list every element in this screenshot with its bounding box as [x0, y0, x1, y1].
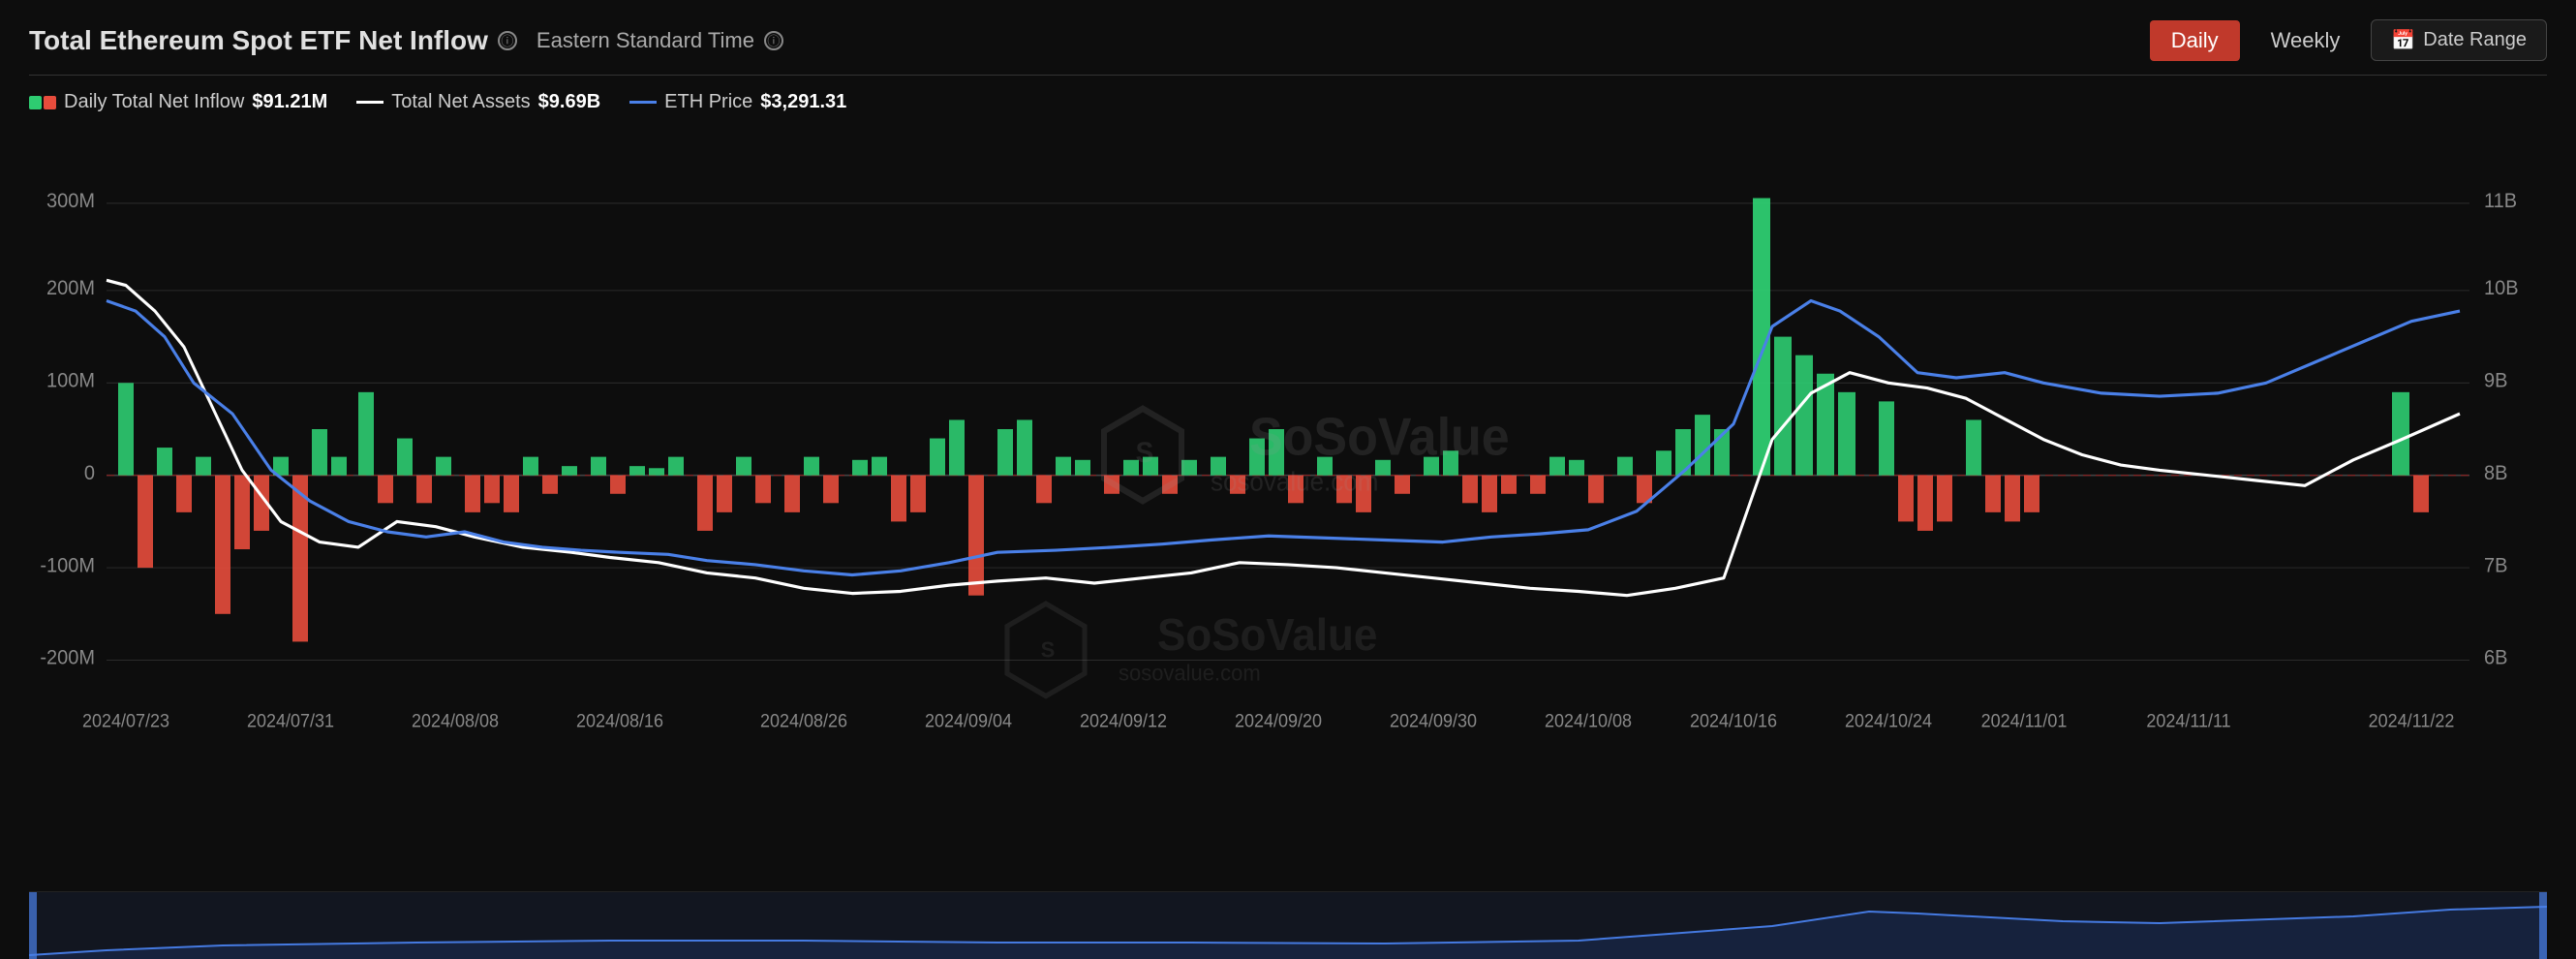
net-inflow-label: Daily Total Net Inflow	[64, 91, 244, 113]
eth-price-line-color	[629, 101, 657, 104]
page-title: Total Ethereum Spot ETF Net Inflow	[29, 25, 488, 56]
svg-text:0: 0	[84, 461, 95, 484]
chart-area: 300M 200M 100M 0 -100M -200M 11B 10B 9B …	[29, 121, 2547, 959]
svg-text:sosovalue.com: sosovalue.com	[1211, 467, 1378, 497]
weekly-button[interactable]: Weekly	[2250, 20, 2362, 61]
svg-text:2024/07/31: 2024/07/31	[247, 710, 334, 731]
svg-text:7B: 7B	[2484, 554, 2507, 577]
svg-text:2024/08/16: 2024/08/16	[576, 710, 663, 731]
svg-text:6B: 6B	[2484, 646, 2507, 669]
net-assets-line-color	[356, 101, 383, 104]
svg-text:2024/10/08: 2024/10/08	[1545, 710, 1632, 731]
timezone-label: Eastern Standard Time	[537, 28, 754, 53]
calendar-icon: 📅	[2391, 28, 2415, 52]
legend-item-eth-price: ETH Price $3,291.31	[629, 91, 846, 113]
svg-text:2024/07/23: 2024/07/23	[82, 710, 169, 731]
net-inflow-color	[29, 96, 56, 109]
svg-text:8B: 8B	[2484, 461, 2507, 484]
svg-text:2024/10/16: 2024/10/16	[1690, 710, 1777, 731]
svg-text:2024/11/11: 2024/11/11	[2146, 710, 2230, 731]
timezone-info-icon[interactable]: ⓘ	[764, 31, 783, 50]
legend-row: Daily Total Net Inflow $91.21M Total Net…	[29, 76, 2547, 121]
chart-main: 300M 200M 100M 0 -100M -200M 11B 10B 9B …	[29, 121, 2547, 891]
svg-text:9B: 9B	[2484, 369, 2507, 392]
net-assets-value: $9.69B	[538, 91, 601, 113]
svg-text:2024/09/12: 2024/09/12	[1080, 710, 1167, 731]
svg-text:100M: 100M	[46, 369, 95, 392]
net-assets-label: Total Net Assets	[391, 91, 530, 113]
svg-text:sosovalue.com: sosovalue.com	[1119, 660, 1261, 686]
svg-text:-100M: -100M	[40, 554, 95, 577]
svg-text:S: S	[1041, 636, 1056, 663]
svg-text:2024/08/26: 2024/08/26	[760, 710, 847, 731]
svg-text:2024/09/04: 2024/09/04	[925, 710, 1012, 731]
title-info-icon[interactable]: ⓘ	[498, 31, 517, 50]
svg-text:2024/09/30: 2024/09/30	[1390, 710, 1477, 731]
legend-item-net-assets: Total Net Assets $9.69B	[356, 91, 600, 113]
legend-item-net-inflow: Daily Total Net Inflow $91.21M	[29, 91, 327, 113]
chart-svg: 300M 200M 100M 0 -100M -200M 11B 10B 9B …	[29, 121, 2547, 891]
svg-text:200M: 200M	[46, 277, 95, 300]
svg-text:10B: 10B	[2484, 277, 2519, 300]
daily-button[interactable]: Daily	[2150, 20, 2240, 61]
svg-text:11B: 11B	[2484, 190, 2517, 213]
svg-text:2024/10/24: 2024/10/24	[1845, 710, 1932, 731]
svg-text:S: S	[1136, 437, 1154, 469]
svg-text:300M: 300M	[46, 190, 95, 213]
eth-price-value: $3,291.31	[760, 91, 846, 113]
date-range-button[interactable]: 📅 Date Range	[2371, 19, 2547, 61]
eth-price-label: ETH Price	[664, 91, 752, 113]
svg-text:2024/09/20: 2024/09/20	[1235, 710, 1322, 731]
svg-text:2024/11/01: 2024/11/01	[1981, 710, 2068, 731]
date-range-label: Date Range	[2423, 29, 2527, 51]
header-left: Total Ethereum Spot ETF Net Inflow ⓘ Eas…	[29, 25, 783, 56]
svg-text:2024/11/22: 2024/11/22	[2369, 710, 2455, 731]
svg-text:SoSoValue: SoSoValue	[1249, 407, 1510, 467]
header-row: Total Ethereum Spot ETF Net Inflow ⓘ Eas…	[29, 19, 2547, 76]
app-container: Total Ethereum Spot ETF Net Inflow ⓘ Eas…	[0, 0, 2576, 959]
mini-chart[interactable]	[29, 891, 2547, 959]
net-inflow-value: $91.21M	[252, 91, 327, 113]
controls-row: Daily Weekly 📅 Date Range	[2150, 19, 2547, 61]
svg-text:-200M: -200M	[40, 646, 95, 669]
svg-text:SoSoValue: SoSoValue	[1157, 609, 1377, 660]
svg-text:2024/08/08: 2024/08/08	[412, 710, 499, 731]
